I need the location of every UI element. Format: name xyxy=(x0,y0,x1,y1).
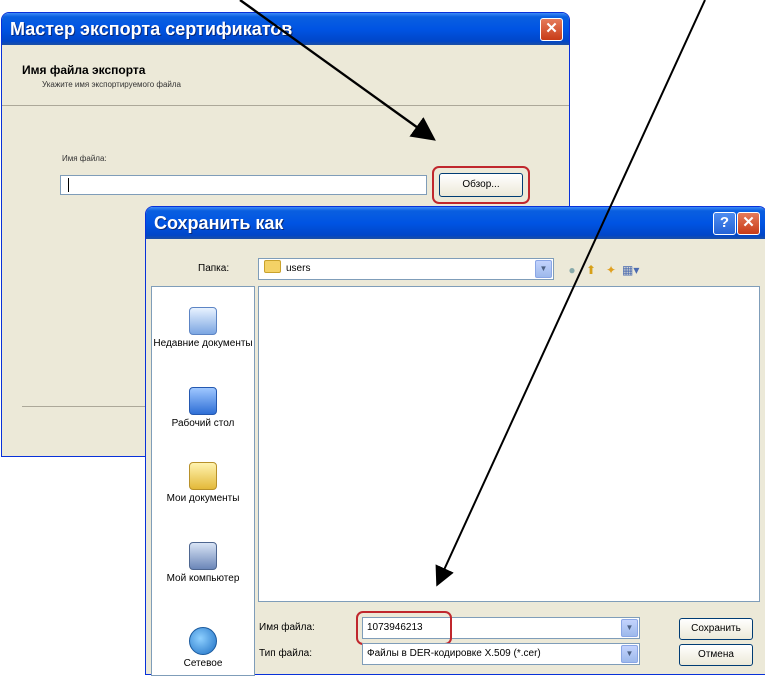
filetype-value: Файлы в DER-кодировке X.509 (*.cer) xyxy=(367,648,541,659)
new-folder-icon[interactable]: ✦ xyxy=(603,263,619,277)
folder-label: Папка: xyxy=(198,263,230,274)
save-title: Сохранить как xyxy=(154,213,284,233)
filetype-label: Тип файла: xyxy=(259,648,312,659)
wizard-header: Имя файла экспорта Укажите имя экспортир… xyxy=(2,45,569,106)
folder-value: users xyxy=(286,263,311,274)
place-recent[interactable]: Недавние документы xyxy=(152,307,254,349)
filename-label: Имя файла: xyxy=(259,622,315,633)
place-label: Мои документы xyxy=(166,493,240,504)
place-label: Сетевое xyxy=(183,658,223,669)
places-bar: Недавние документы Рабочий стол Мои доку… xyxy=(151,286,255,676)
browse-highlight xyxy=(432,166,530,204)
save-button[interactable]: Сохранить xyxy=(679,618,753,640)
save-close-button[interactable]: ✕ xyxy=(737,212,760,235)
filename-highlight xyxy=(356,611,452,645)
place-label: Недавние документы xyxy=(153,338,253,349)
place-label: Мой компьютер xyxy=(166,573,240,584)
text-caret xyxy=(68,178,69,192)
wizard-close-button[interactable]: ✕ xyxy=(540,18,563,41)
my-computer-icon xyxy=(189,542,217,570)
save-titlebar: Сохранить как ? ✕ xyxy=(146,207,765,239)
wizard-titlebar: Мастер экспорта сертификатов ✕ xyxy=(2,13,569,45)
recent-documents-icon xyxy=(189,307,217,335)
views-menu-icon[interactable]: ▦▾ xyxy=(622,263,639,277)
wizard-step-title: Имя файла экспорта xyxy=(22,63,146,77)
my-documents-icon xyxy=(189,462,217,490)
wizard-filename-label: Имя файла: xyxy=(62,154,107,163)
desktop-icon xyxy=(189,387,217,415)
wizard-filename-input[interactable] xyxy=(60,175,427,195)
network-icon xyxy=(189,627,217,655)
back-icon[interactable]: ● xyxy=(564,263,580,277)
place-desktop[interactable]: Рабочий стол xyxy=(152,387,254,429)
file-list[interactable] xyxy=(258,286,760,602)
wizard-title: Мастер экспорта сертификатов xyxy=(10,19,293,39)
folder-icon xyxy=(264,260,281,273)
place-network[interactable]: Сетевое xyxy=(152,627,254,669)
place-label: Рабочий стол xyxy=(171,418,235,429)
chevron-down-icon[interactable]: ▼ xyxy=(621,619,638,637)
chevron-down-icon[interactable]: ▼ xyxy=(621,645,638,663)
filetype-select[interactable]: Файлы в DER-кодировке X.509 (*.cer) ▼ xyxy=(362,643,640,665)
up-folder-icon[interactable]: ⬆ xyxy=(583,263,599,277)
cancel-button[interactable]: Отмена xyxy=(679,644,753,666)
place-my-documents[interactable]: Мои документы xyxy=(152,462,254,504)
folder-combo[interactable]: users ▼ xyxy=(258,258,554,280)
chevron-down-icon[interactable]: ▼ xyxy=(535,260,552,278)
wizard-step-subtitle: Укажите имя экспортируемого файла xyxy=(42,80,181,89)
save-as-dialog: Сохранить как ? ✕ Папка: users ▼ ● ⬆ ✦ ▦… xyxy=(145,206,765,676)
place-my-computer[interactable]: Мой компьютер xyxy=(152,542,254,584)
help-button[interactable]: ? xyxy=(713,212,736,235)
